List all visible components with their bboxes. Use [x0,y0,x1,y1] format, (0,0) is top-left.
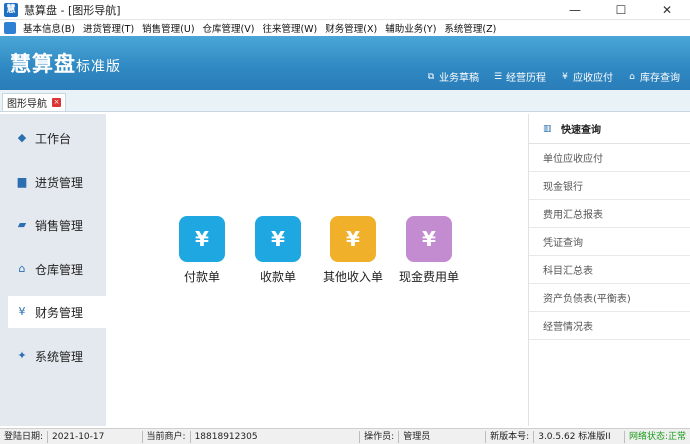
app-menu-icon[interactable] [4,22,16,34]
quick-query-title: 快速查询 [561,125,601,136]
yen-icon: ¥ [562,71,568,82]
status-version: 3.0.5.62 标准版II [534,430,625,443]
quick-item-balance-sheet[interactable]: 资产负债表(平衡表) [529,284,690,312]
menu-bar: 基本信息(B) 进货管理(T) 销售管理(U) 仓库管理(V) 往来管理(W) … [0,20,690,36]
status-network: 网络状态:正常 [628,431,686,442]
payment-icon: ¥ [179,216,225,262]
tile-cash-expense[interactable]: ¥ 现金费用单 [389,216,469,285]
header-nav-drafts[interactable]: ⧉ 业务草稿 [426,69,479,85]
minimize-button[interactable]: — [552,0,598,20]
left-sidebar: ◆ 工作台 ▆ 进货管理 ▰ 销售管理 ⌂ 仓库管理 ¥ 财务管理 ✦ 系统管理 [0,114,106,426]
menu-auxiliary[interactable]: 辅助业务(Y) [381,21,440,35]
header-nav: ⧉ 业务草稿 ☰ 经营历程 ¥ 应收应付 ⌂ 库存查询 [412,69,680,85]
sidebar-item-workbench[interactable]: ◆ 工作台 [8,122,106,154]
tile-payment[interactable]: ¥ 付款单 [162,216,242,285]
status-login-date-label: 登陆日期: [0,430,49,443]
external-icon: ⧉ [427,71,435,82]
header-nav-label: 应收应付 [573,73,613,84]
status-bar: 登陆日期: 2021-10-17 当前商户: 18818912305 操作员: … [0,428,690,444]
warehouse-icon: ⌂ [18,262,26,275]
maximize-button[interactable]: ☐ [598,0,644,20]
header-nav-label: 库存查询 [640,73,680,84]
truck-icon: ▰ [17,218,27,231]
tile-label: 付款单 [183,270,220,284]
sidebar-item-label: 系统管理 [35,349,84,364]
list-icon: ☰ [493,71,503,82]
receipt-icon: ¥ [255,216,301,262]
sidebar-item-purchase[interactable]: ▆ 进货管理 [8,166,106,198]
tile-label: 收款单 [259,270,296,284]
status-login-date: 2021-10-17 [48,430,143,443]
menu-warehouse[interactable]: 仓库管理(V) [199,21,259,35]
close-button[interactable]: ✕ [644,0,690,20]
tab-graphic-nav[interactable]: 图形导航 × [2,93,66,111]
tab-strip: 图形导航 × [0,90,690,112]
quick-item-operating-report[interactable]: 经营情况表 [529,312,690,340]
status-merchant-label: 当前商户: [143,430,191,443]
sidebar-item-warehouse[interactable]: ⌂ 仓库管理 [8,253,106,285]
status-version-label: 新版本号: [486,430,535,443]
cash-expense-icon: ¥ [406,216,452,262]
header-nav-inventory[interactable]: ⌂ 库存查询 [627,69,680,85]
sidebar-item-label: 仓库管理 [35,262,84,277]
status-merchant: 18818912305 [191,430,361,443]
header-nav-label: 业务草稿 [439,73,479,84]
header-banner: 慧算盘标准版 ⧉ 业务草稿 ☰ 经营历程 ¥ 应收应付 ⌂ 库存查询 [0,36,690,90]
tile-receipt[interactable]: ¥ 收款单 [238,216,318,285]
title-bar: 慧 慧算盘 - [图形导航] — ☐ ✕ [0,0,690,20]
quick-item-cash-bank[interactable]: 现金银行 [529,172,690,200]
menu-purchase[interactable]: 进货管理(T) [79,21,138,35]
header-nav-receivables[interactable]: ¥ 应收应付 [560,69,613,85]
income-icon: ¥ [330,216,376,262]
menu-sales[interactable]: 销售管理(U) [138,21,198,35]
tile-label: 现金费用单 [398,270,459,284]
quick-item-receivables-payables[interactable]: 单位应收应付 [529,144,690,172]
menu-finance[interactable]: 财务管理(X) [321,21,381,35]
bar-chart-icon: ▥ [543,123,552,134]
header-nav-history[interactable]: ☰ 经营历程 [493,69,546,85]
quick-item-account-summary[interactable]: 科目汇总表 [529,256,690,284]
tab-label: 图形导航 [7,99,47,110]
app-icon: 慧 [4,2,18,17]
sidebar-item-finance[interactable]: ¥ 财务管理 [8,296,106,328]
menu-basic-info[interactable]: 基本信息(B) [19,21,79,35]
quick-item-voucher-query[interactable]: 凭证查询 [529,228,690,256]
home-icon: ⌂ [629,71,635,82]
main-panel: ¥ 付款单 ¥ 收款单 ¥ 其他收入单 ¥ 现金费用单 [106,114,528,426]
menu-accounts[interactable]: 往来管理(W) [258,21,321,35]
tile-label: 其他收入单 [322,270,383,284]
quick-query-panel: ▥ 快速查询 单位应收应付 现金银行 费用汇总报表 凭证查询 科目汇总表 资产负… [528,114,690,426]
menu-system[interactable]: 系统管理(Z) [440,21,500,35]
window-title: 慧算盘 - [图形导航] [24,3,121,17]
layers-icon: ◆ [17,131,27,144]
sidebar-item-label: 工作台 [35,131,72,146]
wrench-icon: ✦ [17,349,27,362]
window-controls: — ☐ ✕ [552,0,690,20]
brand-logo: 慧算盘标准版 [10,52,121,76]
yen-icon: ¥ [18,305,26,318]
sidebar-item-label: 销售管理 [35,218,84,233]
close-tab-icon[interactable]: × [52,98,61,107]
sidebar-item-system[interactable]: ✦ 系统管理 [8,340,106,372]
sidebar-item-label: 进货管理 [35,175,84,190]
status-operator: 管理员 [399,430,487,443]
header-nav-label: 经营历程 [506,73,546,84]
cart-icon: ▆ [17,175,27,188]
sidebar-item-label: 财务管理 [35,305,84,320]
tile-other-income[interactable]: ¥ 其他收入单 [313,216,393,285]
sidebar-item-sales[interactable]: ▰ 销售管理 [8,209,106,241]
quick-item-expense-summary[interactable]: 费用汇总报表 [529,200,690,228]
status-operator-label: 操作员: [360,430,400,443]
quick-query-header: ▥ 快速查询 [529,114,690,144]
